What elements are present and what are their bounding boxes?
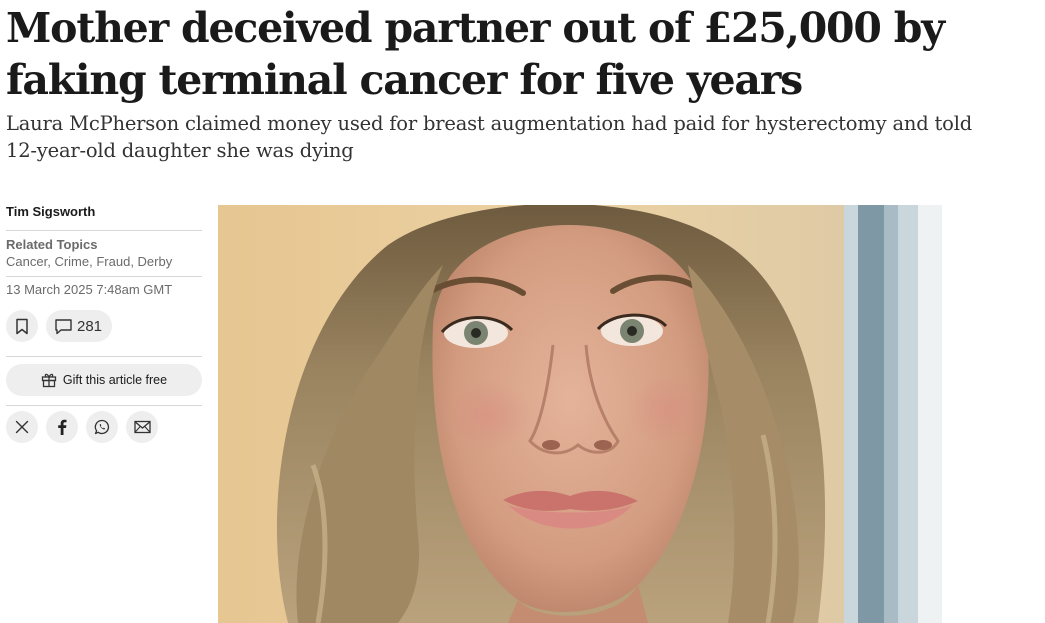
topic-link-cancer[interactable]: Cancer xyxy=(6,254,47,269)
article-standfirst: Laura McPherson claimed money used for b… xyxy=(6,112,973,162)
bookmark-button[interactable] xyxy=(6,310,38,342)
publish-timestamp: 13 March 2025 7:48am GMT xyxy=(6,282,173,297)
related-topics: Related Topics Cancer, Crime, Fraud, Der… xyxy=(6,231,202,277)
gift-article-row: Gift this article free xyxy=(6,357,202,406)
related-topics-list: Cancer, Crime, Fraud, Derby xyxy=(6,253,202,270)
gift-article-label: Gift this article free xyxy=(62,373,168,387)
share-email-button[interactable] xyxy=(126,411,158,443)
share-x-button[interactable] xyxy=(6,411,38,443)
share-whatsapp-button[interactable] xyxy=(86,411,118,443)
topic-separator: , xyxy=(130,254,138,269)
article-page: Mother deceived partner out of £25,000 b… xyxy=(0,0,1045,623)
comments-button[interactable]: 281 xyxy=(46,310,113,342)
share-facebook-button[interactable] xyxy=(46,411,78,443)
facebook-icon xyxy=(58,419,67,435)
author-name[interactable]: Tim Sigsworth xyxy=(6,198,202,231)
topic-link-crime[interactable]: Crime xyxy=(54,254,89,269)
article-actions: 281 xyxy=(6,306,202,357)
portrait-photo xyxy=(218,205,942,623)
gift-icon xyxy=(41,373,57,388)
article-meta-sidebar: Tim Sigsworth Related Topics Cancer, Cri… xyxy=(6,198,202,443)
article-lead-photo xyxy=(218,205,942,623)
topic-link-derby[interactable]: Derby xyxy=(138,254,173,269)
related-topics-heading: Related Topics xyxy=(6,237,98,252)
comment-icon xyxy=(55,318,72,334)
share-buttons xyxy=(6,406,202,443)
x-icon xyxy=(15,420,29,434)
gift-article-button[interactable]: Gift this article free xyxy=(6,364,202,396)
email-icon xyxy=(133,420,151,434)
topic-link-fraud[interactable]: Fraud xyxy=(96,254,130,269)
article-headline: Mother deceived partner out of £25,000 b… xyxy=(6,4,945,104)
bookmark-icon xyxy=(16,318,28,334)
whatsapp-icon xyxy=(94,419,110,435)
comment-count: 281 xyxy=(77,317,103,335)
